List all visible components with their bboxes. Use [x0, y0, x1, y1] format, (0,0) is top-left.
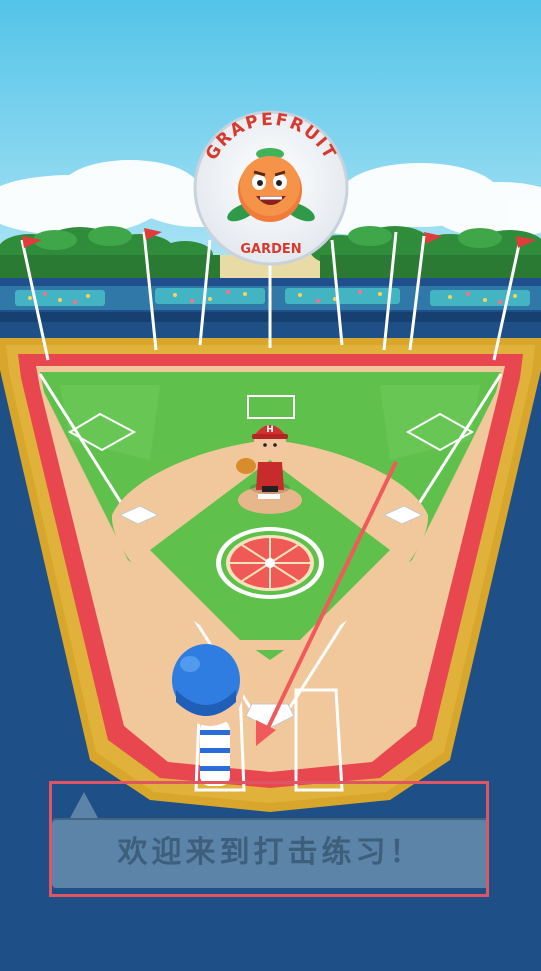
- pitcher-cap-letter: H: [266, 425, 274, 435]
- stadium-sign: GRAPEFRUIT GARDEN: [193, 110, 349, 266]
- grapefruit-logo: [216, 527, 324, 599]
- sign-bottom-text: GARDEN: [240, 242, 301, 257]
- tutorial-highlight-frame[interactable]: [49, 781, 489, 897]
